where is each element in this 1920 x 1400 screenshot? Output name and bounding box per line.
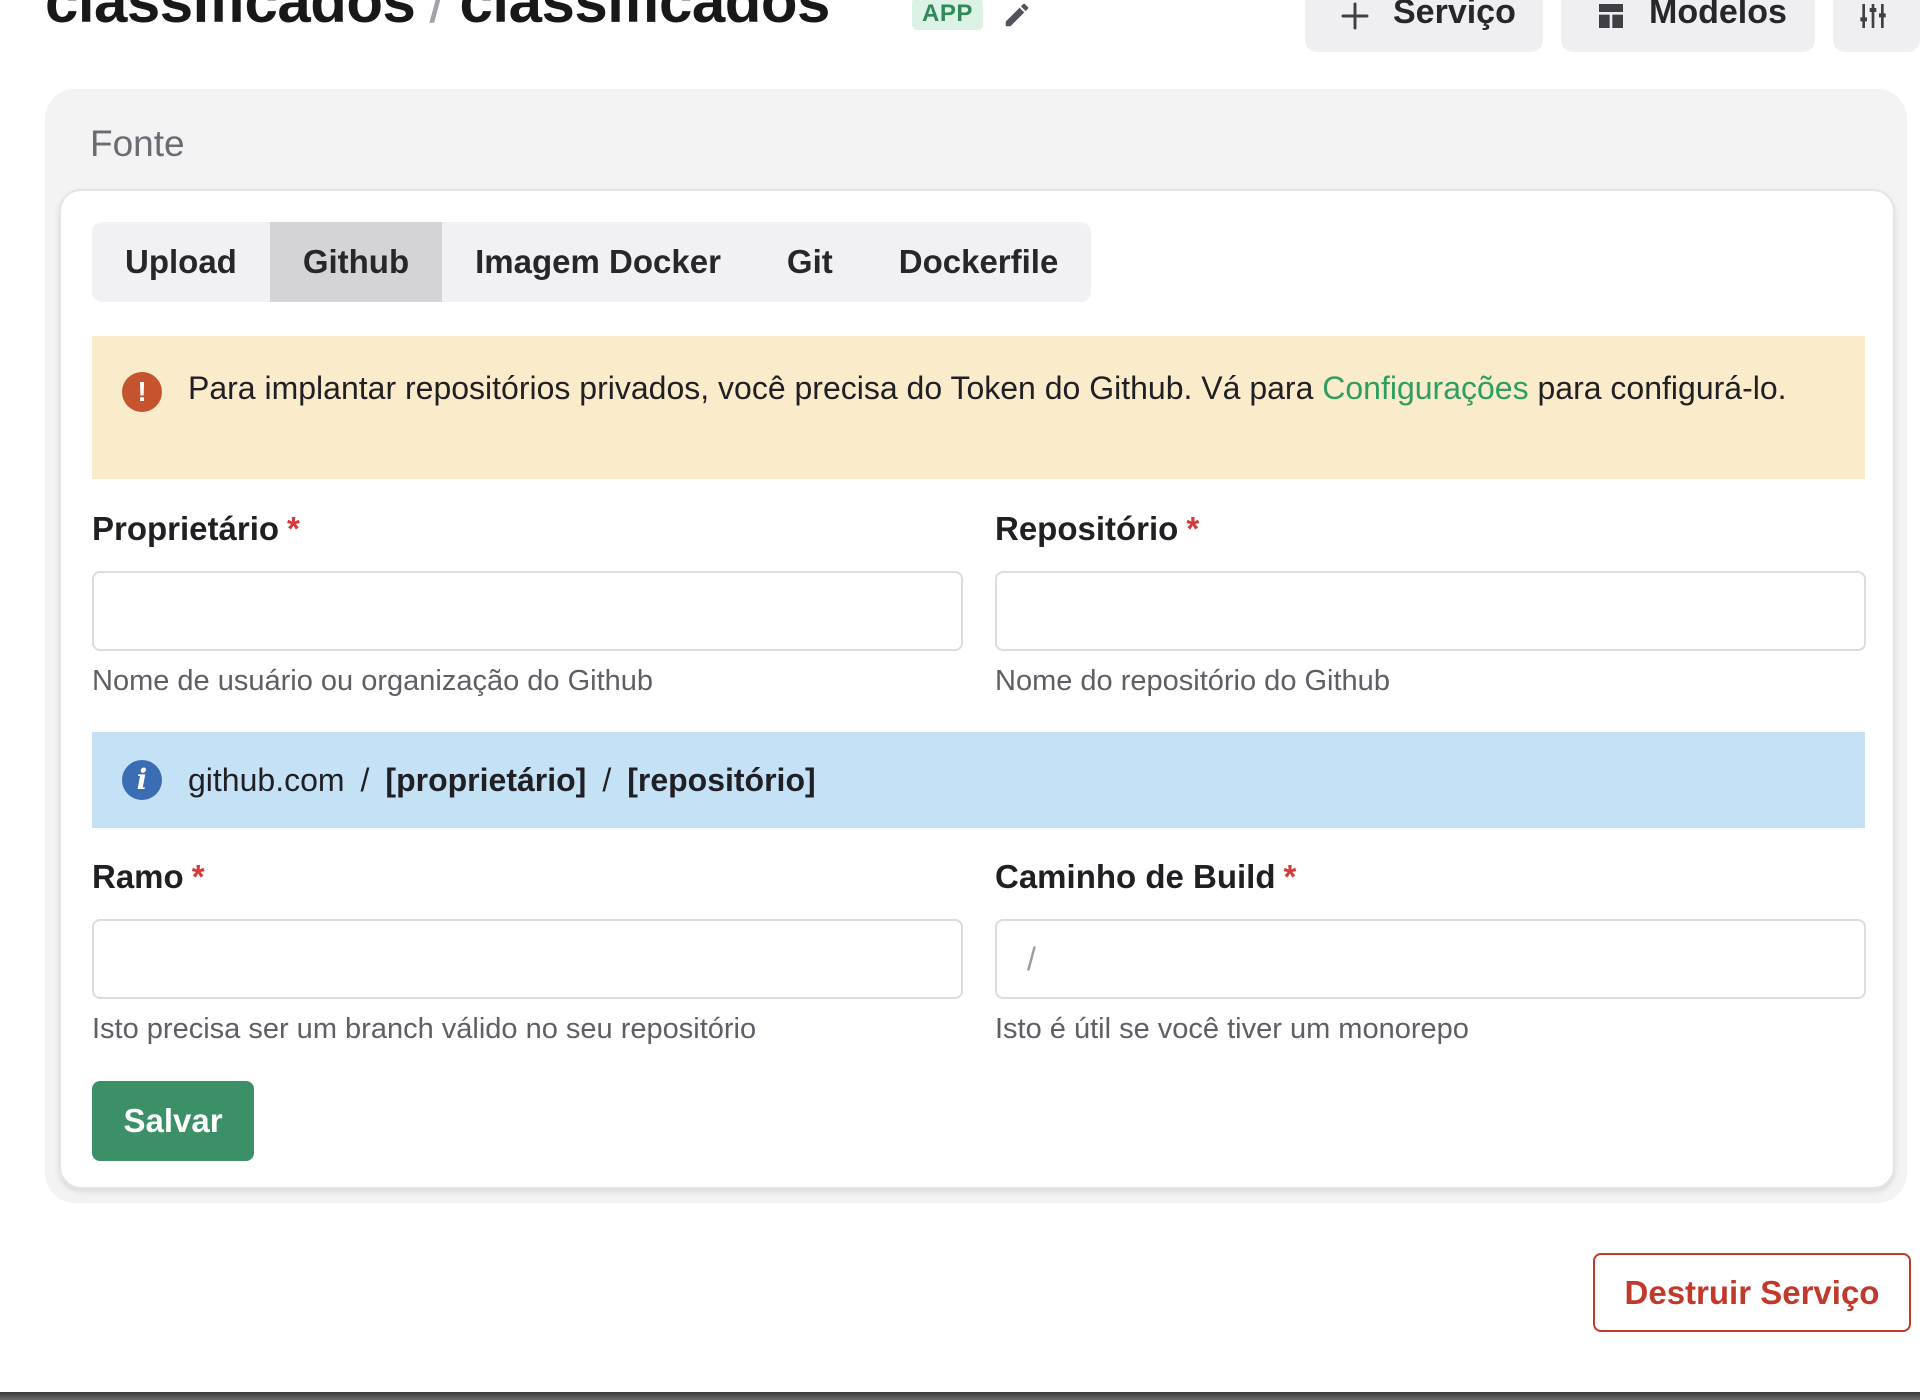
app-type-badge: APP	[912, 0, 983, 30]
breadcrumb-separator: /	[429, 0, 446, 35]
owner-label: Proprietário *	[92, 510, 300, 547]
repository-help-text: Nome do repositório do Github	[995, 665, 1390, 697]
source-card: Upload Github Imagem Docker Git Dockerfi…	[59, 189, 1895, 1189]
add-service-button[interactable]: Serviço	[1305, 0, 1543, 52]
branch-input[interactable]	[92, 919, 963, 999]
pencil-icon[interactable]	[1002, 0, 1032, 30]
path-owner: [proprietário]	[385, 761, 587, 798]
tab-git[interactable]: Git	[754, 222, 866, 302]
source-panel: Fonte Upload Github Imagem Docker Git Do…	[45, 89, 1907, 1203]
warning-text-after: para configurá-lo.	[1528, 370, 1787, 406]
breadcrumb-service: classificados	[459, 0, 831, 35]
owner-field: Proprietário * Nome de usuário ou organiz…	[92, 509, 963, 698]
required-mark: *	[287, 510, 300, 547]
tab-upload[interactable]: Upload	[92, 222, 270, 302]
github-token-warning: ! Para implantar repositórios privados, …	[92, 336, 1865, 479]
breadcrumb-project[interactable]: classificados	[45, 0, 416, 35]
page-title: classificados / classificados	[45, 0, 830, 32]
plus-icon	[1341, 2, 1369, 30]
tab-docker-image[interactable]: Imagem Docker	[442, 222, 754, 302]
owner-help-text: Nome de usuário ou organização do Github	[92, 665, 654, 697]
branch-help-text: Isto precisa ser um branch válido no seu…	[92, 1013, 757, 1045]
add-service-label: Serviço	[1393, 0, 1516, 31]
info-icon: i	[122, 760, 162, 800]
save-button[interactable]: Salvar	[92, 1081, 254, 1161]
repo-path-preview: i github.com / [proprietário] / [repositório…	[92, 732, 1865, 828]
required-mark: *	[1283, 858, 1297, 895]
required-mark: *	[1186, 510, 1200, 547]
build-path-input[interactable]	[995, 919, 1866, 999]
required-mark: *	[191, 858, 205, 895]
templates-label: Modelos	[1649, 0, 1787, 31]
build-path-field: Caminho de Build* Isto é útil se você ti…	[995, 857, 1866, 1046]
sliders-icon	[1860, 4, 1886, 28]
settings-link[interactable]: Configurações	[1322, 370, 1528, 406]
tab-github[interactable]: Github	[269, 222, 443, 302]
branch-field: Ramo * Isto precisa ser um branch válido …	[92, 857, 963, 1046]
window-bottom-edge	[0, 1392, 1920, 1400]
build-path-help-text: Isto é útil se você tiver um monorepo	[995, 1013, 1469, 1045]
templates-button[interactable]: Modelos	[1561, 0, 1815, 52]
branch-label: Ramo *	[92, 858, 205, 895]
build-path-label: Caminho de Build *	[995, 858, 1297, 895]
exclamation-icon: !	[122, 372, 162, 412]
warning-text-before: Para implantar repositórios privados, vo…	[188, 370, 1323, 406]
warning-text: Para implantar repositórios privados, vo…	[188, 364, 1787, 412]
tab-dockerfile[interactable]: Dockerfile	[866, 222, 1092, 302]
path-host: github.com	[188, 761, 345, 798]
path-separator: /	[360, 761, 370, 798]
page-header: classificados / classificados APP Serviço …	[0, 0, 1920, 70]
owner-input[interactable]	[92, 571, 963, 651]
template-icon	[1599, 4, 1623, 28]
repo-path-text: github.com / [proprietário] / [repositório]	[188, 762, 816, 799]
repository-field: Repositório * Nome do repositório do Gith…	[995, 509, 1866, 698]
settings-button[interactable]	[1833, 0, 1920, 52]
source-tabs: Upload Github Imagem Docker Git Dockerfi…	[92, 222, 1092, 302]
source-section-title: Fonte	[90, 123, 185, 164]
repository-input[interactable]	[995, 571, 1866, 651]
repository-label: Repositório *	[995, 510, 1200, 547]
destroy-service-button[interactable]: Destruir Serviço	[1593, 1253, 1911, 1332]
path-repository: [repositório]	[627, 761, 816, 798]
path-separator: /	[602, 761, 612, 798]
